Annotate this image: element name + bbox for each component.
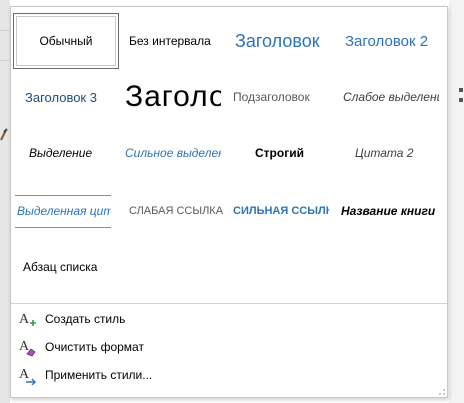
style-intense-emphasis[interactable]: Сильное выделение: [115, 125, 221, 181]
style-intense-reference[interactable]: СИЛЬНАЯ ССЫЛКА: [223, 183, 329, 239]
apply-styles-icon: A: [19, 367, 36, 385]
resize-grip-icon[interactable]: [439, 389, 445, 395]
styles-gallery-panel: Обычный Без интервала Заголовок Заголово…: [10, 6, 448, 398]
style-label: Выделенная цитата: [17, 204, 111, 218]
style-label: Название книги: [341, 204, 436, 218]
style-subtitle[interactable]: Подзаголовок: [223, 69, 329, 125]
svg-text:A: A: [19, 312, 30, 327]
ruler-line: [0, 60, 10, 61]
menu-divider: [11, 303, 447, 304]
style-label: Без интервала: [129, 34, 211, 48]
style-quote[interactable]: Цитата 2: [345, 125, 451, 181]
quote-border-line: [15, 195, 111, 196]
style-title[interactable]: Заголовок: [115, 69, 221, 125]
style-label: Строгий: [255, 146, 304, 160]
create-style-button[interactable]: A Создать стиль: [17, 307, 437, 331]
style-strong[interactable]: Строгий: [245, 125, 351, 181]
style-label: Цитата 2: [355, 146, 414, 160]
style-label: СЛАБАЯ ССЫЛКА: [129, 205, 224, 217]
apply-styles-label: Применить стили...: [45, 368, 153, 382]
style-subtle-reference[interactable]: СЛАБАЯ ССЫЛКА: [119, 183, 225, 239]
style-label: Обычный: [39, 34, 93, 48]
style-subtle-emphasis[interactable]: Слабое выделение: [333, 69, 439, 125]
style-book-title[interactable]: Название книги: [331, 183, 437, 239]
clear-formatting-button[interactable]: A Очистить формат: [17, 335, 437, 359]
ruler-line: [0, 30, 10, 31]
style-heading-1[interactable]: Заголовок: [225, 13, 331, 69]
style-list-paragraph[interactable]: Абзац списка: [13, 239, 119, 295]
create-style-label: Создать стиль: [45, 312, 126, 326]
style-label: Абзац списка: [23, 260, 98, 274]
style-label: Заголовок 3: [25, 89, 97, 105]
style-label: Сильное выделение: [125, 146, 221, 160]
style-normal[interactable]: Обычный: [13, 13, 119, 69]
style-label: Заголовок 2: [345, 32, 429, 50]
style-label: Заголовок: [235, 30, 320, 51]
create-style-icon: A: [19, 312, 36, 327]
style-label: Слабое выделение: [343, 90, 439, 104]
quote-border-line: [15, 227, 111, 228]
ribbon-mark: [459, 88, 463, 92]
style-heading-3[interactable]: Заголовок 3: [15, 69, 121, 125]
apply-styles-button[interactable]: A Применить стили...: [17, 363, 437, 387]
svg-text:A: A: [19, 367, 30, 382]
style-heading-2[interactable]: Заголовок 2: [335, 13, 441, 69]
document-background-right: [449, 0, 464, 403]
style-label: СИЛЬНАЯ ССЫЛКА: [233, 205, 329, 217]
format-painter-icon: [0, 128, 8, 141]
style-emphasis[interactable]: Выделение: [19, 125, 125, 181]
ribbon-mark: [459, 98, 463, 102]
style-label: Заголовок: [125, 80, 221, 113]
clear-formatting-icon: A: [19, 339, 36, 357]
style-no-spacing[interactable]: Без интервала: [119, 13, 225, 69]
style-label: Подзаголовок: [233, 90, 310, 104]
clear-formatting-label: Очистить формат: [45, 340, 144, 354]
style-label: Выделение: [29, 146, 93, 160]
style-intense-quote[interactable]: Выделенная цитата: [7, 183, 111, 239]
